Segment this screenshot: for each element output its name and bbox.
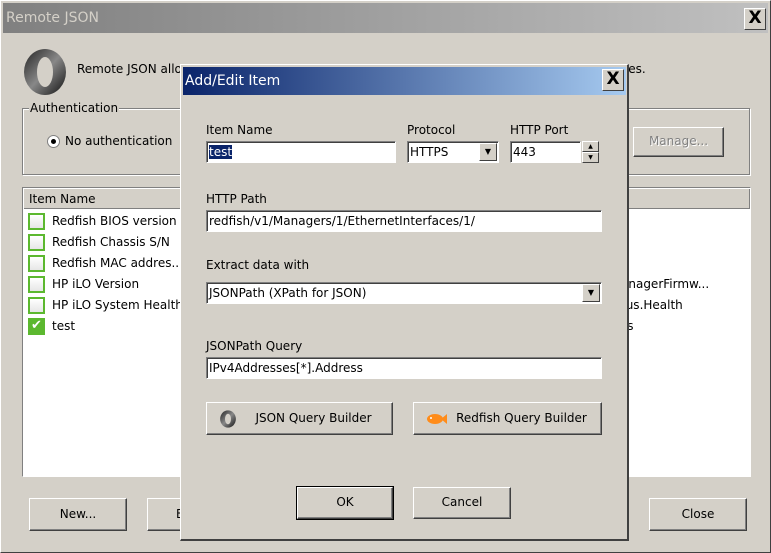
item-name-label: Item Name: [206, 123, 273, 137]
extract-data-select[interactable]: JSONPath (XPath for JSON) ▼: [206, 282, 602, 304]
item-checkbox[interactable]: [28, 234, 45, 251]
item-checkbox[interactable]: [28, 213, 45, 230]
item-path: s: [621, 256, 749, 270]
item-checkbox[interactable]: [28, 255, 45, 272]
window-close-button[interactable]: X: [744, 8, 766, 30]
spin-up-icon[interactable]: ▲: [582, 141, 599, 152]
protocol-select[interactable]: HTTPS ▼: [407, 141, 499, 163]
http-path-input[interactable]: redfish/v1/Managers/1/EthernetInterfaces…: [206, 210, 602, 232]
protocol-value: HTTPS: [410, 145, 449, 159]
json-logo-icon: [220, 410, 236, 428]
item-path: ss: [621, 319, 749, 333]
json-query-builder-label: JSON Query Builder: [255, 411, 372, 425]
authentication-group-label: Authentication: [29, 101, 120, 115]
redfish-query-builder-label: Redfish Query Builder: [456, 411, 587, 425]
description-text: Remote JSON allo: [77, 62, 182, 76]
no-authentication-radio[interactable]: [47, 135, 60, 148]
item-name: test: [52, 319, 76, 333]
redfish-query-builder-button[interactable]: Redfish Query Builder: [413, 402, 602, 435]
item-checkbox[interactable]: [28, 276, 45, 293]
dialog-title: Add/Edit Item: [185, 73, 281, 89]
no-authentication-label[interactable]: No authentication: [65, 134, 172, 148]
item-name: Redfish BIOS version: [52, 214, 177, 228]
jsonpath-query-value: IPv4Addresses[*].Address: [209, 361, 363, 375]
item-path: anagerFirmw...: [621, 277, 710, 291]
extract-data-label: Extract data with: [206, 258, 310, 272]
chevron-down-icon[interactable]: ▼: [582, 284, 600, 302]
fish-icon: [427, 414, 447, 424]
manage-button[interactable]: Manage...: [633, 127, 724, 157]
json-query-builder-button[interactable]: JSON Query Builder: [206, 402, 393, 435]
new-button[interactable]: New...: [29, 498, 127, 531]
item-checkbox[interactable]: [28, 297, 45, 314]
item-path: tus.Health: [621, 298, 683, 312]
jsonpath-query-input[interactable]: IPv4Addresses[*].Address: [206, 357, 602, 379]
protocol-label: Protocol: [407, 123, 456, 137]
item-name: HP iLO Version: [52, 277, 140, 291]
http-port-value: 443: [513, 145, 536, 159]
window-title-bar[interactable]: Remote JSON: [3, 3, 768, 33]
item-name-value: test: [209, 145, 233, 159]
jsonpath-query-label: JSONPath Query: [206, 339, 303, 353]
column-extra[interactable]: [628, 189, 750, 209]
close-button[interactable]: Close: [649, 498, 747, 531]
add-edit-item-dialog: Add/Edit Item X Item Name test Protocol …: [180, 64, 629, 541]
cancel-button[interactable]: Cancel: [413, 487, 511, 519]
window-title: Remote JSON: [6, 10, 99, 26]
item-checkbox-checked[interactable]: [28, 318, 45, 335]
item-name-input[interactable]: test: [206, 141, 396, 163]
http-path-value: redfish/v1/Managers/1/EthernetInterfaces…: [209, 214, 475, 228]
item-name: HP iLO System Health: [52, 298, 183, 312]
http-path-label: HTTP Path: [206, 192, 267, 206]
http-port-input[interactable]: 443: [510, 141, 581, 163]
dialog-close-button[interactable]: X: [602, 69, 624, 91]
chevron-down-icon[interactable]: ▼: [479, 143, 497, 161]
item-name: Redfish Chassis S/N: [52, 235, 170, 249]
extract-data-value: JSONPath (XPath for JSON): [209, 286, 367, 300]
spin-down-icon[interactable]: ▼: [582, 152, 599, 163]
dialog-title-bar[interactable]: Add/Edit Item: [183, 67, 626, 95]
item-name: Redfish MAC addres...: [52, 256, 183, 270]
json-logo-icon: [24, 49, 66, 95]
ok-button[interactable]: OK: [296, 486, 394, 520]
http-port-label: HTTP Port: [510, 123, 569, 137]
